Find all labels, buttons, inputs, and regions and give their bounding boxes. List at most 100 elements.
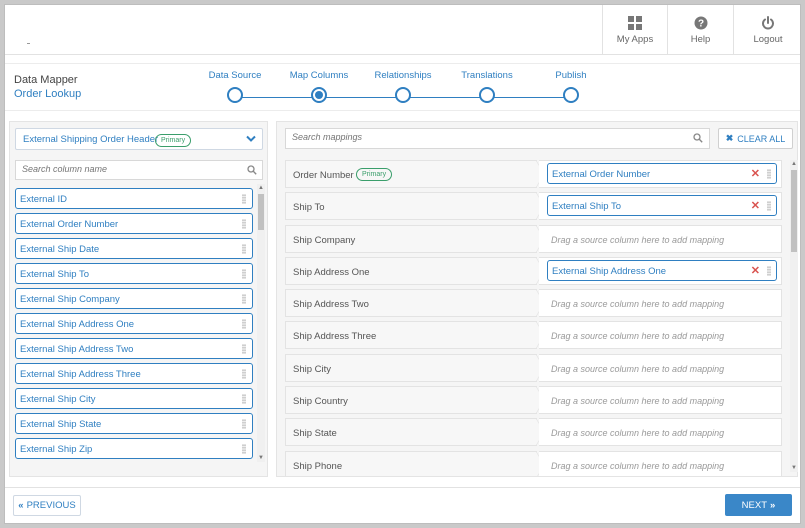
source-column-item[interactable]: External Ship Zip [15,438,253,459]
step-dot [227,87,243,103]
mapping-row: Ship Phone Drag a source column here to … [285,450,785,476]
column-label: External Ship To [20,269,90,280]
drop-hint: Drag a source column here to add mapping [551,396,725,407]
mapped-source-chip[interactable]: External Ship To ✕ [547,195,777,217]
step-label: Map Columns [289,70,349,81]
column-search [15,160,263,180]
search-icon[interactable] [247,165,257,178]
clear-all-button[interactable]: ✖ CLEAR ALL [718,128,793,149]
drop-zone[interactable]: Drag a source column here to add mapping [539,450,782,476]
scroll-thumb[interactable] [791,170,797,252]
source-column-item[interactable]: External ID [15,188,253,209]
brand-mark [27,43,30,44]
column-label: External ID [20,194,67,205]
mapping-row: Ship Address Two Drag a source column he… [285,289,785,318]
source-columns-panel: External Shipping Order Header Primary E… [9,121,268,477]
step-map-columns[interactable]: Map Columns [279,70,359,103]
remove-icon[interactable]: ✕ [751,199,760,212]
source-column-item[interactable]: External Ship City [15,388,253,409]
drop-zone[interactable]: Drag a source column here to add mapping [539,418,782,447]
source-column-item[interactable]: External Ship Date [15,238,253,259]
step-dot [479,87,495,103]
mappings-scrollbar[interactable]: ▲ ▼ [790,160,798,472]
step-translations[interactable]: Translations [447,70,527,103]
source-column-item[interactable]: External Ship Company [15,288,253,309]
scroll-down-icon[interactable]: ▼ [257,454,265,462]
drag-handle-icon[interactable] [767,265,771,276]
drop-zone[interactable]: External Ship To ✕ [539,192,782,221]
logout-button[interactable]: Logout [733,5,800,55]
scroll-up-icon[interactable]: ▲ [257,184,265,192]
column-search-input[interactable] [22,164,222,174]
target-column: Order Number Primary [285,160,545,188]
target-column-label: Ship Address Three [293,331,377,343]
drag-handle-icon[interactable] [242,419,246,429]
drag-handle-icon[interactable] [242,269,246,279]
drop-zone[interactable]: Drag a source column here to add mapping [539,289,782,318]
step-relationships[interactable]: Relationships [363,70,443,103]
next-button[interactable]: NEXT » [725,494,792,516]
target-column: Ship Company [285,224,545,253]
target-column-label: Ship Address One [293,266,370,278]
source-column-item[interactable]: External Ship Address Two [15,338,253,359]
drop-zone[interactable]: Drag a source column here to add mapping [539,224,782,253]
scroll-thumb[interactable] [258,194,264,230]
page-title: Data Mapper [14,74,78,86]
drag-handle-icon[interactable] [242,344,246,354]
step-publish[interactable]: Publish [531,70,611,103]
my-apps-button[interactable]: My Apps [602,5,667,55]
source-column-item[interactable]: External Ship Address Three [15,363,253,384]
scroll-down-icon[interactable]: ▼ [790,464,798,472]
drag-handle-icon[interactable] [242,294,246,304]
drop-zone[interactable]: External Order Number ✕ [539,160,782,188]
my-apps-label: My Apps [616,34,654,45]
drop-hint: Drag a source column here to add mapping [551,299,725,310]
drag-handle-icon[interactable] [242,219,246,229]
target-column: Ship Address One [285,256,545,285]
source-column-item[interactable]: External Ship State [15,413,253,434]
source-column-item[interactable]: External Order Number [15,213,253,234]
help-button[interactable]: ? Help [667,5,733,55]
mapping-row: Ship State Drag a source column here to … [285,418,785,447]
drop-zone[interactable]: Drag a source column here to add mapping [539,386,782,415]
drop-zone[interactable]: Drag a source column here to add mapping [539,353,782,382]
drop-zone[interactable]: External Ship Address One ✕ [539,256,782,285]
drag-handle-icon[interactable] [767,201,771,212]
target-column: Ship Phone [285,450,545,476]
source-list-scrollbar[interactable]: ▲ ▼ [257,184,265,462]
source-column-item[interactable]: External Ship To [15,263,253,284]
drag-handle-icon[interactable] [242,319,246,329]
mapped-source-label: External Ship To [552,201,622,213]
scroll-up-icon[interactable]: ▲ [790,160,798,168]
step-data-source[interactable]: Data Source [195,70,275,103]
target-column-label: Ship To [293,202,325,214]
mapping-row: Order Number Primary External Order Numb… [285,160,785,188]
drag-handle-icon[interactable] [242,394,246,404]
drag-handle-icon[interactable] [242,194,246,204]
chevron-left-icon: « [18,500,24,511]
column-label: External Ship Company [20,294,120,305]
mapper-name-link[interactable]: Order Lookup [14,88,81,100]
mapped-source-label: External Ship Address One [552,265,667,277]
column-label: External Ship Date [20,244,100,255]
drag-handle-icon[interactable] [767,169,771,179]
column-label: External Ship Zip [20,444,93,455]
mapped-source-chip[interactable]: External Ship Address One ✕ [547,259,777,281]
mapping-row: Ship Company Drag a source column here t… [285,224,785,253]
search-icon[interactable] [693,133,703,146]
source-column-item[interactable]: External Ship Address One [15,313,253,334]
drop-zone[interactable]: Drag a source column here to add mapping [539,321,782,350]
source-table-select[interactable]: External Shipping Order Header Primary [15,128,263,150]
logout-label: Logout [753,34,783,45]
primary-badge: Primary [356,168,393,181]
drag-handle-icon[interactable] [242,444,246,454]
remove-icon[interactable]: ✕ [751,264,760,277]
step-dot-active [311,87,327,103]
mapped-source-chip[interactable]: External Order Number ✕ [547,163,777,184]
drag-handle-icon[interactable] [242,244,246,254]
remove-icon[interactable]: ✕ [751,167,760,180]
drag-handle-icon[interactable] [242,369,246,379]
previous-button[interactable]: « PREVIOUS [13,495,81,516]
mapping-search-input[interactable] [292,132,492,142]
wizard-header: Data Mapper Order Lookup Data Source Map… [5,63,800,111]
